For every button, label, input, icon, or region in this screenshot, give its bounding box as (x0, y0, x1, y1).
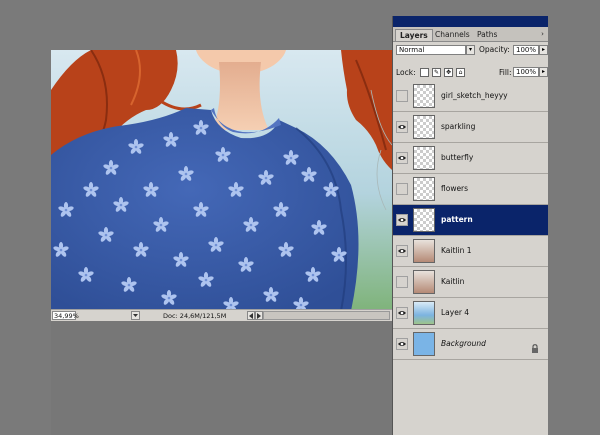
document-size: Doc: 24,6M/121,5M (163, 312, 227, 320)
tab-layers[interactable]: Layers (395, 29, 433, 41)
eye-icon[interactable] (396, 214, 408, 226)
panel-menu-icon[interactable]: › (538, 30, 547, 39)
layer-row[interactable]: Kaitlin 1 (393, 236, 549, 267)
visibility-toggle[interactable] (396, 276, 408, 288)
workspace-background (548, 16, 600, 435)
panel-tabs: Layers Channels Paths › (393, 27, 549, 42)
visibility-toggle[interactable] (396, 90, 408, 102)
layer-row[interactable]: butterfly (393, 143, 549, 174)
layer-name: Background (441, 339, 486, 348)
layer-row[interactable]: sparkling (393, 112, 549, 143)
layer-thumbnail (413, 239, 435, 263)
scroll-right-arrow[interactable] (255, 311, 263, 320)
layer-thumbnail (413, 177, 435, 201)
eye-icon[interactable] (396, 152, 408, 164)
zoom-field[interactable]: 34,99% (52, 311, 79, 320)
layer-name: pattern (441, 215, 473, 224)
lock-label: Lock: (396, 68, 416, 77)
layer-name: Layer 4 (441, 308, 470, 317)
status-menu-icon[interactable] (131, 311, 140, 320)
tab-channels[interactable]: Channels (431, 29, 474, 41)
layer-thumbnail (413, 332, 435, 356)
eye-icon[interactable] (396, 121, 408, 133)
layer-thumbnail (413, 84, 435, 108)
tab-paths[interactable]: Paths (473, 29, 501, 41)
scroll-left-arrow[interactable] (247, 311, 255, 320)
layer-name: Kaitlin 1 (441, 246, 472, 255)
artwork-canvas (51, 50, 392, 311)
layer-name: girl_sketch_heyyy (441, 91, 508, 100)
lock-image-brush-icon[interactable]: ✎ (432, 68, 441, 77)
layer-name: flowers (441, 184, 469, 193)
fill-input[interactable]: 100% (513, 67, 539, 77)
layer-name: butterfly (441, 153, 474, 162)
lock-transparency-icon[interactable] (420, 68, 429, 77)
layer-list: girl_sketch_heyyy sparkling butterfly fl… (393, 81, 549, 360)
document-status-bar: 34,99% Doc: 24,6M/121,5M (51, 309, 392, 321)
blend-mode-dropdown-icon[interactable]: ▾ (466, 45, 475, 55)
layer-row[interactable]: Layer 4 (393, 298, 549, 329)
eye-icon[interactable] (396, 245, 408, 257)
opacity-dropdown-icon[interactable]: ▸ (539, 45, 548, 55)
layer-row[interactable]: Kaitlin (393, 267, 549, 298)
layer-row[interactable]: girl_sketch_heyyy (393, 81, 549, 112)
document-canvas[interactable] (51, 50, 392, 311)
panel-titlebar[interactable] (393, 16, 549, 27)
horizontal-scrollbar[interactable] (263, 311, 390, 320)
document-empty-area (51, 321, 392, 435)
layer-name: Kaitlin (441, 277, 465, 286)
layer-row-selected[interactable]: pattern (393, 205, 549, 236)
layer-row[interactable]: flowers (393, 174, 549, 205)
layer-thumbnail (413, 146, 435, 170)
opacity-input[interactable]: 100% (513, 45, 539, 55)
eye-icon[interactable] (396, 307, 408, 319)
opacity-label: Opacity: (479, 45, 510, 54)
layer-thumbnail (413, 115, 435, 139)
layer-name: sparkling (441, 122, 476, 131)
fill-label: Fill: (499, 68, 512, 77)
layer-row[interactable]: Background (393, 329, 549, 360)
lock-position-move-icon[interactable]: ✥ (444, 68, 453, 77)
layer-thumbnail (413, 301, 435, 325)
fill-dropdown-icon[interactable]: ▸ (539, 67, 548, 77)
lock-icon (531, 339, 539, 353)
blend-mode-select[interactable]: Normal (396, 45, 466, 55)
eye-icon[interactable] (396, 338, 408, 350)
layer-thumbnail (413, 208, 435, 232)
layers-panel: Layers Channels Paths › Normal ▾ Opacity… (392, 16, 549, 435)
layer-thumbnail (413, 270, 435, 294)
lock-all-icon[interactable]: ⌂ (456, 68, 465, 77)
visibility-toggle[interactable] (396, 183, 408, 195)
